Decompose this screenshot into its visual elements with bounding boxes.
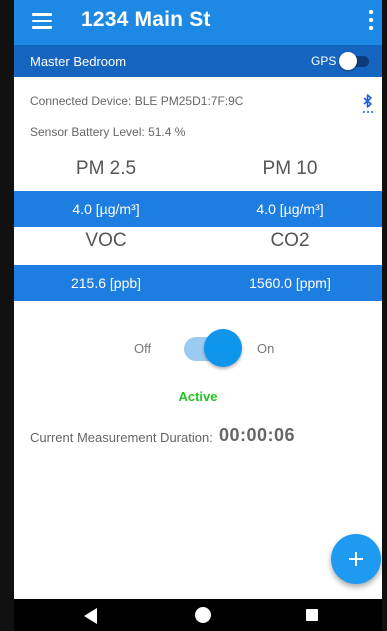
- battery-level-label: Sensor Battery Level:: [30, 125, 145, 139]
- toggle-on-label: On: [257, 341, 275, 356]
- more-vert-icon[interactable]: [366, 10, 376, 32]
- duration-value: 00:00:06: [219, 425, 296, 445]
- add-button[interactable]: [331, 534, 381, 584]
- toggle-off-label: Off: [134, 341, 152, 356]
- voc-label: VOC: [85, 230, 127, 251]
- connected-device-value: BLE PM25D1:7F:9C: [134, 94, 244, 108]
- pm10-label: PM 10: [262, 158, 318, 179]
- hamburger-menu-icon[interactable]: [32, 13, 52, 29]
- gps-label: GPS: [311, 54, 337, 68]
- co2-value: 1560.0 [ppm]: [249, 275, 331, 291]
- status-text: Active: [178, 389, 218, 404]
- bluetooth-searching-icon[interactable]: [361, 93, 375, 115]
- home-circle-icon[interactable]: [195, 607, 211, 623]
- pm-values-bar: 4.0 [µg/m³] 4.0 [µg/m³]: [14, 191, 382, 227]
- measurement-toggle[interactable]: [180, 329, 242, 369]
- pm25-label: PM 2.5: [75, 158, 137, 179]
- connected-device-line: Connected Device: BLE PM25D1:7F:9C: [30, 94, 243, 108]
- gps-toggle[interactable]: [339, 52, 369, 70]
- back-triangle-icon[interactable]: [84, 608, 98, 624]
- connected-device-label: Connected Device:: [30, 94, 132, 108]
- gps-toggle-thumb: [339, 52, 357, 70]
- app-bar: 1234 Main St: [14, 0, 382, 45]
- page-title: 1234 Main St: [81, 8, 211, 31]
- device-frame-left: [0, 0, 14, 631]
- battery-level-line: Sensor Battery Level: 51.4 %: [30, 125, 185, 139]
- co2-label: CO2: [270, 230, 310, 251]
- duration-label: Current Measurement Duration:: [30, 430, 213, 445]
- pm25-value: 4.0 [µg/m³]: [72, 201, 140, 217]
- voc-value: 215.6 [ppb]: [70, 275, 142, 291]
- room-name: Master Bedroom: [30, 54, 127, 69]
- measurement-toggle-thumb: [204, 329, 242, 367]
- recent-apps-icon[interactable]: [306, 609, 318, 621]
- system-nav-bar: [14, 599, 382, 631]
- gas-values-bar: 215.6 [ppb] 1560.0 [ppm]: [14, 265, 382, 301]
- app-screen: 1234 Main St Master Bedroom GPS Connecte…: [14, 0, 382, 631]
- battery-level-value: 51.4 %: [148, 125, 186, 139]
- device-frame-right: [382, 0, 387, 631]
- room-bar: Master Bedroom GPS: [14, 45, 382, 77]
- pm10-value: 4.0 [µg/m³]: [256, 201, 324, 217]
